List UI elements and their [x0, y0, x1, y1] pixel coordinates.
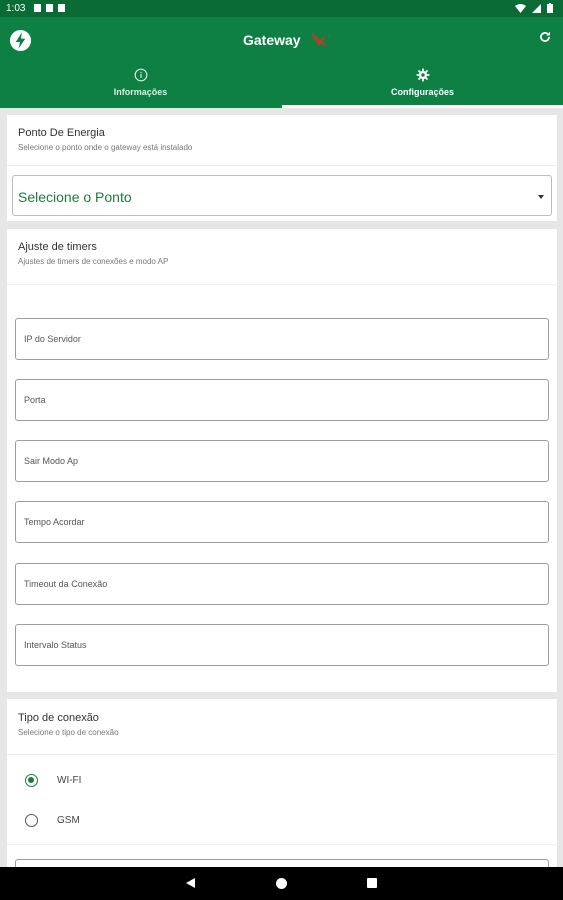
back-icon[interactable]	[186, 878, 195, 888]
signal-icon	[532, 3, 541, 13]
page-title: Gateway	[243, 32, 301, 48]
divider	[7, 284, 557, 285]
divider	[7, 754, 557, 755]
tempo-acordar-field[interactable]: Tempo Acordar	[15, 501, 549, 543]
radio-wifi[interactable]	[25, 774, 38, 787]
porta-field[interactable]: Porta	[15, 379, 549, 421]
energy-point-select[interactable]: Selecione o Ponto	[12, 175, 552, 216]
app-logo-icon	[9, 29, 32, 52]
notification-icons	[34, 4, 65, 12]
field-label: IP do Servidor	[24, 334, 81, 344]
radio-label: WI-FI	[57, 775, 82, 786]
field-label: Tempo Acordar	[24, 517, 85, 527]
field-label: Porta	[24, 395, 46, 405]
radio-gsm[interactable]	[25, 814, 38, 827]
home-icon[interactable]	[276, 878, 287, 889]
tab-label: Informações	[113, 87, 168, 97]
timers-card: Ajuste de timers Ajustes de timers de co…	[7, 229, 557, 692]
field-label: Timeout da Conexão	[24, 579, 108, 589]
tab-informacoes[interactable]: Informações	[0, 68, 281, 108]
energy-point-card: Ponto De Energia Selecione o ponto onde …	[7, 115, 557, 221]
connection-subtitle: Selecione o tipo de conexão	[18, 728, 119, 737]
divider	[7, 844, 557, 845]
field-label: Intervalo Status	[24, 640, 87, 650]
wifi-icon	[515, 3, 526, 13]
intervalo-status-field[interactable]: Intervalo Status	[15, 624, 549, 666]
radio-label: GSM	[57, 815, 80, 826]
energy-point-subtitle: Selecione o ponto onde o gateway está in…	[18, 143, 193, 152]
timers-title: Ajuste de timers	[18, 241, 97, 253]
sd-card-icon	[46, 4, 53, 12]
timers-subtitle: Ajustes de timers de conexões e modo AP	[18, 257, 169, 266]
tab-label: Configurações	[390, 87, 454, 97]
connection-card: Tipo de conexão Selecione o tipo de cone…	[7, 699, 557, 879]
status-bar: 1:03	[0, 0, 563, 17]
app-bar: Gateway Informações Configurações	[0, 17, 563, 108]
tab-configuracoes[interactable]: Configurações	[282, 68, 563, 108]
field-label: Sair Modo Ap	[24, 456, 79, 466]
battery-saver-icon	[58, 4, 65, 12]
system-icons	[515, 3, 553, 13]
connection-off-icon	[311, 33, 327, 47]
info-icon	[134, 68, 147, 82]
status-time: 1:03	[6, 3, 26, 14]
connection-title: Tipo de conexão	[18, 712, 99, 724]
sair-modo-ap-field[interactable]: Sair Modo Ap	[15, 440, 549, 482]
dropdown-caret-icon	[538, 195, 544, 199]
notification-icon	[34, 4, 41, 12]
timeout-conexao-field[interactable]: Timeout da Conexão	[15, 563, 549, 605]
recent-apps-icon[interactable]	[367, 878, 377, 888]
select-value: Selecione o Ponto	[18, 189, 132, 205]
ip-servidor-field[interactable]: IP do Servidor	[15, 318, 549, 360]
refresh-button[interactable]	[538, 30, 552, 44]
navigation-bar	[0, 867, 563, 900]
divider	[7, 165, 557, 166]
energy-point-title: Ponto De Energia	[18, 127, 105, 139]
tab-indicator	[282, 105, 563, 108]
gear-icon	[416, 68, 429, 82]
battery-icon	[547, 3, 553, 13]
